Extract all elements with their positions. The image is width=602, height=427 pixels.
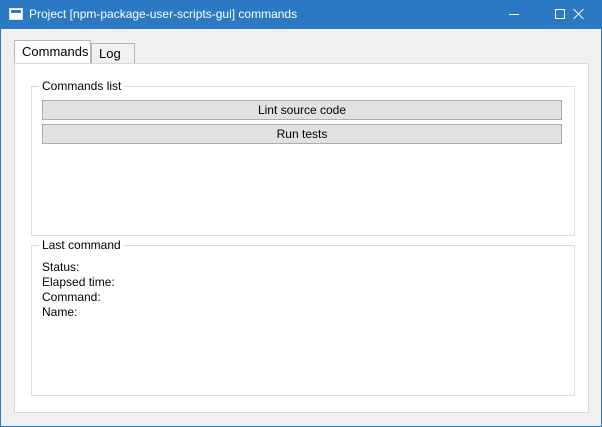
title-bar[interactable]: Project [npm-package-user-scripts-gui] c…	[1, 1, 601, 29]
commands-list-group: Commands list Lint source code Run tests	[31, 79, 575, 236]
commands-list-legend: Commands list	[39, 79, 125, 93]
last-command-group: Last command Status: Elapsed time: Comma…	[31, 238, 575, 396]
minimize-button[interactable]	[491, 1, 537, 29]
close-button[interactable]	[555, 1, 601, 29]
command-label: Command:	[42, 290, 101, 304]
app-window-icon	[9, 8, 23, 20]
close-icon	[573, 8, 585, 20]
last-command-legend: Last command	[39, 238, 124, 252]
lint-source-code-button[interactable]: Lint source code	[42, 100, 562, 120]
run-tests-button[interactable]: Run tests	[42, 124, 562, 144]
tab-commands[interactable]: Commands	[14, 40, 91, 63]
app-window: Project [npm-package-user-scripts-gui] c…	[0, 0, 602, 427]
commands-tab-panel: Commands list Lint source code Run tests…	[14, 63, 589, 413]
name-label: Name:	[42, 305, 78, 319]
window-title: Project [npm-package-user-scripts-gui] c…	[29, 7, 298, 21]
tab-log[interactable]: Log	[91, 43, 135, 63]
minimize-icon	[509, 14, 519, 15]
elapsed-time-label: Elapsed time:	[42, 275, 115, 289]
status-label: Status:	[42, 260, 80, 274]
